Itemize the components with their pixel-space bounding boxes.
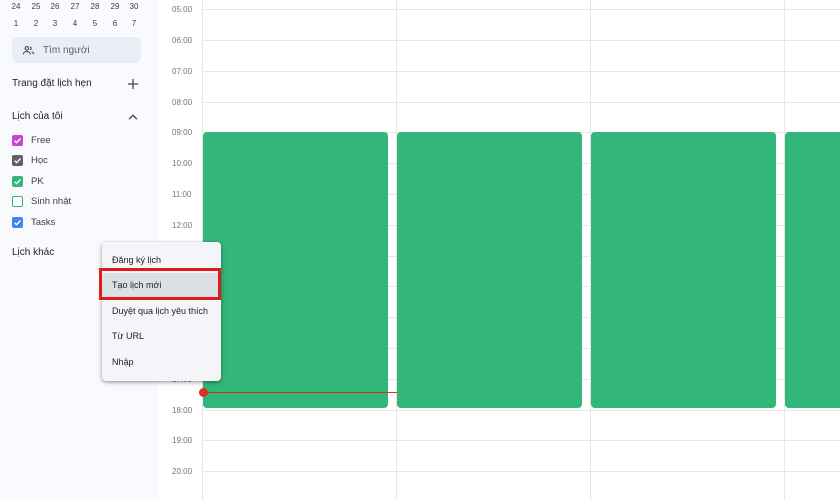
current-time-dot — [199, 388, 208, 397]
hour-gridline — [203, 410, 840, 411]
menu-item-import[interactable]: Nhập — [102, 350, 221, 374]
menu-item-from-url[interactable]: Từ URL — [102, 324, 221, 348]
menu-item-subscribe[interactable]: Đăng ký lịch — [102, 248, 221, 272]
plus-icon[interactable] — [126, 77, 140, 91]
search-people-placeholder: Tìm người — [43, 44, 90, 56]
mini-calendar-day[interactable]: 28 — [85, 0, 105, 14]
hour-gridline — [203, 471, 840, 472]
calendar-item-tasks[interactable]: Tasks — [12, 214, 55, 230]
calendar-item-pk[interactable]: PK — [12, 173, 44, 189]
mini-calendar-day[interactable]: 3 — [45, 17, 65, 31]
mini-calendar-day[interactable]: 1 — [6, 17, 26, 31]
checkbox-checked-icon[interactable] — [12, 175, 23, 187]
mini-calendar-day[interactable]: 30 — [124, 0, 144, 14]
event-block[interactable] — [397, 132, 582, 408]
mini-calendar-day[interactable]: 4 — [65, 17, 85, 31]
hour-label: 19:00 — [172, 436, 193, 445]
mini-calendar-day[interactable]: 27 — [65, 0, 85, 14]
hour-gridline — [203, 102, 840, 103]
mini-calendar-day[interactable]: 6 — [105, 17, 125, 31]
people-icon — [22, 45, 35, 54]
hour-label: 12:00 — [172, 221, 193, 230]
hour-gridline — [203, 40, 840, 41]
mini-calendar-day[interactable]: 2 — [26, 17, 46, 31]
calendar-item-free[interactable]: Free — [12, 132, 51, 148]
hour-label: 10:00 — [172, 159, 193, 168]
mini-calendar-day[interactable]: 7 — [124, 17, 144, 31]
hour-gridline — [203, 9, 840, 10]
my-calendars-title[interactable]: Lịch của tôi — [12, 111, 63, 122]
mini-calendar-day[interactable]: 5 — [85, 17, 105, 31]
other-calendars-menu: Đăng ký lịch Tạo lịch mới Duyệt qua lịch… — [102, 242, 221, 381]
mini-calendar-day[interactable]: 24 — [6, 0, 26, 14]
checkbox-checked-icon[interactable] — [12, 216, 23, 228]
calendar-item-label: Free — [31, 134, 51, 146]
hour-gridline — [203, 440, 840, 441]
calendar-item-label: Học — [31, 154, 48, 166]
calendar-item-label: Tasks — [31, 216, 56, 228]
event-block[interactable] — [591, 132, 776, 408]
calendar-item-hoc[interactable]: Học — [12, 152, 48, 168]
checkbox-checked-icon[interactable] — [12, 134, 23, 146]
hour-gridline — [203, 71, 840, 72]
hour-label: 07:00 — [172, 67, 193, 76]
current-time-line — [203, 392, 397, 393]
checkbox-unchecked-icon[interactable] — [12, 195, 23, 207]
booking-pages-title: Trang đặt lịch hẹn — [12, 78, 92, 89]
chevron-up-icon[interactable] — [126, 110, 140, 124]
hour-label: 05:00 — [172, 5, 193, 14]
mini-calendar-day[interactable]: 25 — [26, 0, 46, 14]
menu-item-create-calendar[interactable]: Tạo lịch mới — [102, 273, 221, 297]
mini-calendar-day[interactable]: 29 — [105, 0, 125, 14]
mini-calendar-row: 24 25 26 27 28 29 30 — [0, 0, 158, 14]
hour-label: 09:00 — [172, 128, 193, 137]
mini-calendar-row: 1 2 3 4 5 6 7 — [0, 17, 158, 31]
calendar-item-birthdays[interactable]: Sinh nhật — [12, 193, 71, 209]
menu-item-browse-calendars[interactable]: Duyệt qua lịch yêu thích — [102, 299, 221, 323]
hour-label: 06:00 — [172, 36, 193, 45]
hour-label: 11:00 — [172, 190, 192, 199]
hour-label: 08:00 — [172, 98, 193, 107]
calendar-app: 24 25 26 27 28 29 30 1 2 3 4 5 6 7 Tìm n… — [0, 0, 840, 500]
search-people-input[interactable]: Tìm người — [12, 37, 141, 63]
event-block[interactable] — [203, 132, 388, 408]
mini-calendar-day[interactable]: 26 — [45, 0, 65, 14]
calendar-item-label: PK — [31, 175, 44, 187]
hour-label: 18:00 — [172, 406, 193, 415]
calendar-item-label: Sinh nhật — [31, 195, 72, 207]
other-calendars-title[interactable]: Lịch khác — [12, 247, 54, 258]
event-block[interactable] — [785, 132, 840, 408]
checkbox-checked-icon[interactable] — [12, 154, 23, 166]
hour-label: 20:00 — [172, 467, 193, 476]
